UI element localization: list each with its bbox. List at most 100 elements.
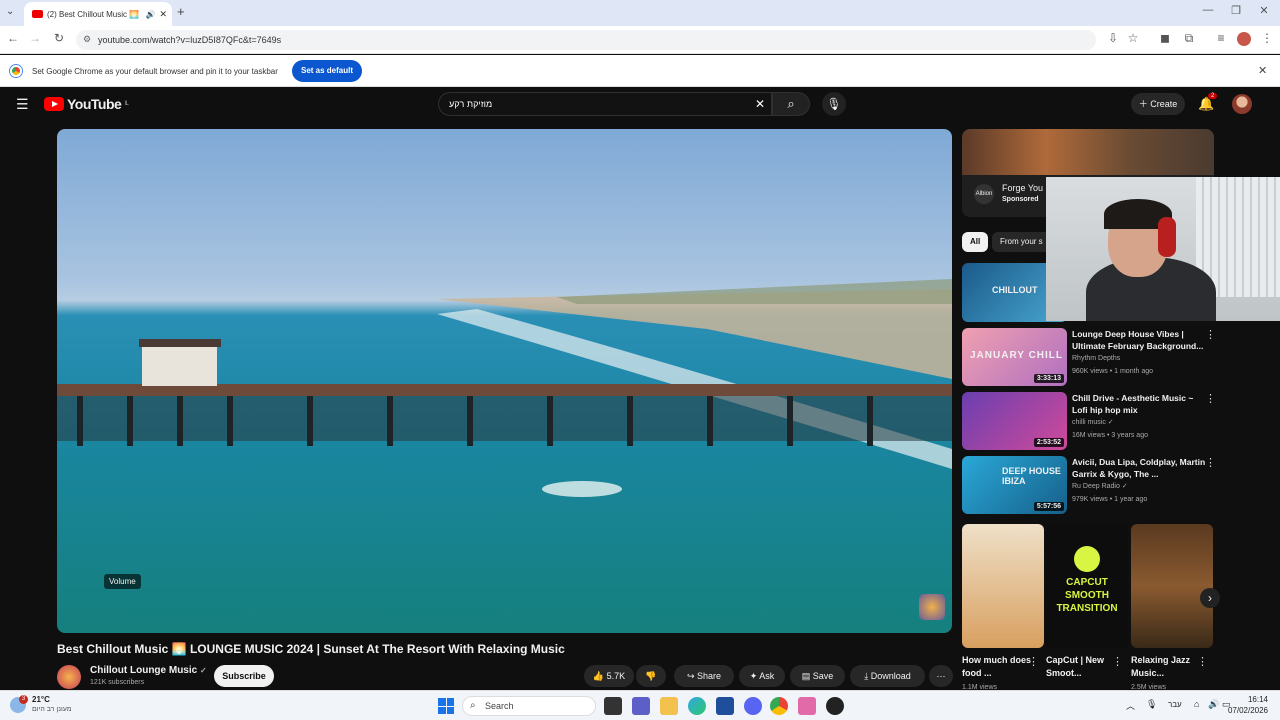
ask-button[interactable]: ✦ Ask <box>739 665 785 687</box>
teams-icon[interactable] <box>632 697 650 715</box>
chrome-icon[interactable] <box>770 697 788 715</box>
youtube-favicon-icon <box>32 10 43 18</box>
like-button[interactable]: 👍 5.7K <box>584 665 634 687</box>
ad-logo: Albion <box>974 184 994 204</box>
subscribe-button[interactable]: Subscribe <box>214 665 274 687</box>
youtube-logo[interactable]: YouTube IL <box>44 96 129 112</box>
audio-icon[interactable]: 🔊 <box>145 10 155 19</box>
shorts-next-icon[interactable]: › <box>1200 588 1220 608</box>
chip-all[interactable]: All <box>962 232 989 252</box>
file-explorer-icon[interactable] <box>660 697 678 715</box>
short-thumbnail[interactable] <box>1131 524 1213 648</box>
verified-icon: ✓ <box>1105 419 1114 426</box>
chrome-menu-icon[interactable]: ⋮ <box>1258 31 1276 49</box>
sparkle-icon: ✦ <box>749 671 760 681</box>
network-icon[interactable]: ⌂ <box>1194 699 1199 709</box>
app-icon[interactable] <box>798 697 816 715</box>
short-thumbnail[interactable] <box>962 524 1044 648</box>
back-icon[interactable]: ← <box>4 31 22 49</box>
video-thumbnail[interactable]: JANUARY CHILL 3:33:13 <box>962 328 1067 386</box>
task-view-icon[interactable] <box>604 697 622 715</box>
search-icon: ⌕ <box>787 96 795 111</box>
create-button[interactable]: ＋ Create <box>1131 93 1185 115</box>
more-options-icon[interactable]: ⋮ <box>1205 328 1216 341</box>
clock-date[interactable]: 07/02/2026 <box>1222 706 1268 715</box>
store-icon[interactable] <box>716 697 734 715</box>
channel-name-text: Ru Deep Radio <box>1072 483 1120 490</box>
video-frame <box>57 279 952 497</box>
infobar-close-icon[interactable]: ✕ <box>1258 64 1267 77</box>
edge-icon[interactable] <box>688 697 706 715</box>
chrome-logo-icon <box>10 65 22 77</box>
app-icon[interactable] <box>826 697 844 715</box>
more-options-icon[interactable]: ⋮ <box>1112 655 1123 668</box>
site-info-icon[interactable]: ⚙ <box>83 34 91 45</box>
more-options-icon[interactable]: ⋮ <box>1205 392 1216 405</box>
video-duration: 2:53:52 <box>1033 438 1064 447</box>
tab-youtube[interactable]: (2) Best Chillout Music 🌅 L 🔊 ✕ <box>24 2 172 26</box>
tab-close-icon[interactable]: ✕ <box>159 9 172 20</box>
taskbar-search-label: Search <box>485 701 514 711</box>
logo-text: YouTube <box>67 96 122 112</box>
more-options-icon[interactable]: ⋮ <box>1028 655 1039 668</box>
restore-icon[interactable]: ❐ <box>1226 4 1246 20</box>
channel-watermark-icon[interactable] <box>919 594 945 620</box>
language-indicator[interactable]: עבר <box>1168 700 1182 709</box>
dislike-button[interactable]: 👎 <box>636 665 666 687</box>
url-input[interactable]: ⚙ youtube.com/watch?v=luzD5I87QFc&t=7649… <box>76 30 1096 50</box>
reload-icon[interactable]: ↻ <box>50 31 68 49</box>
tray-chevron-icon[interactable]: ︿ <box>1126 699 1135 712</box>
channel-avatar[interactable] <box>57 665 81 689</box>
bookmark-star-icon[interactable]: ☆ <box>1124 31 1142 49</box>
more-actions-icon[interactable]: ⋯ <box>929 665 953 687</box>
chip-from-your-search[interactable]: From your s <box>992 232 1052 252</box>
taskbar-search[interactable]: ⌕ Search <box>462 696 596 716</box>
account-avatar[interactable] <box>1232 94 1252 114</box>
install-icon[interactable]: ⇩ <box>1104 31 1122 49</box>
media-control-icon[interactable]: ≡ <box>1212 31 1230 49</box>
video-meta: 979K views • 1 year ago <box>1072 496 1148 503</box>
profile-avatar[interactable] <box>1237 32 1251 46</box>
short-thumbnail[interactable]: CAPCUT SMOOTH TRANSITION <box>1046 524 1128 648</box>
extensions-puzzle-icon[interactable]: ⧉ <box>1180 31 1198 49</box>
clear-search-icon[interactable]: ✕ <box>755 97 765 111</box>
save-button[interactable]: ▤ Save <box>790 665 845 687</box>
mic-tray-icon[interactable]: 🎙 <box>1146 699 1157 710</box>
windows-start-icon[interactable] <box>438 698 454 714</box>
search-button[interactable]: ⌕ <box>772 92 810 116</box>
list-item[interactable]: DEEP HOUSE IBIZA 5:57:56 Avicii, Dua Lip… <box>962 456 1216 516</box>
save-label: Save <box>812 671 834 681</box>
more-options-icon[interactable]: ⋮ <box>1197 655 1208 668</box>
extension-icon[interactable]: ◼ <box>1156 31 1174 49</box>
windows-taskbar: 3 21°C מעונן רב היום ⌕ Search ︿ 🎙 עבר ⌂ … <box>0 690 1280 720</box>
share-icon: ↪ <box>686 671 697 681</box>
search-input[interactable]: מוזיקת רקע ✕ <box>438 92 772 116</box>
default-browser-infobar: Set Google Chrome as your default browse… <box>0 55 1280 87</box>
video-player[interactable] <box>57 129 952 633</box>
minimize-icon[interactable]: — <box>1198 4 1218 20</box>
set-as-default-button[interactable]: Set as default <box>292 60 362 82</box>
video-thumbnail[interactable]: 2:53:52 <box>962 392 1067 450</box>
window-close-icon[interactable]: ✕ <box>1254 4 1274 20</box>
thumbnail-text: CHILLOUT <box>992 285 1038 295</box>
url-text: youtube.com/watch?v=luzD5I87QFc&t=7649s <box>98 35 282 45</box>
share-button[interactable]: ↪ Share <box>674 665 734 687</box>
channel-name[interactable]: Chillout Lounge Music ✓ <box>90 665 207 676</box>
list-item[interactable]: JANUARY CHILL 3:33:13 Lounge Deep House … <box>962 328 1216 388</box>
more-options-icon[interactable]: ⋮ <box>1205 456 1216 469</box>
create-label: Create <box>1150 99 1178 109</box>
clock-time[interactable]: 16:14 <box>1234 695 1268 704</box>
volume-icon[interactable]: 🔊 <box>1208 699 1219 710</box>
discord-icon[interactable] <box>744 697 762 715</box>
forward-icon[interactable]: → <box>26 31 44 49</box>
voice-search-button[interactable]: 🎙 <box>822 92 846 116</box>
guide-menu-icon[interactable]: ☰ <box>16 96 29 113</box>
download-button[interactable]: ⤓ Download <box>850 665 925 687</box>
video-meta: 960K views • 1 month ago <box>1072 368 1154 375</box>
list-item[interactable]: 2:53:52 Chill Drive - Aesthetic Music ~ … <box>962 392 1216 452</box>
new-tab-icon[interactable]: + <box>177 4 185 19</box>
mic-icon: 🎙 <box>826 97 842 111</box>
video-title: Lounge Deep House Vibes | Ultimate Febru… <box>1072 329 1204 351</box>
video-thumbnail[interactable]: DEEP HOUSE IBIZA 5:57:56 <box>962 456 1067 514</box>
tab-search-icon[interactable]: ⌄ <box>6 6 14 17</box>
